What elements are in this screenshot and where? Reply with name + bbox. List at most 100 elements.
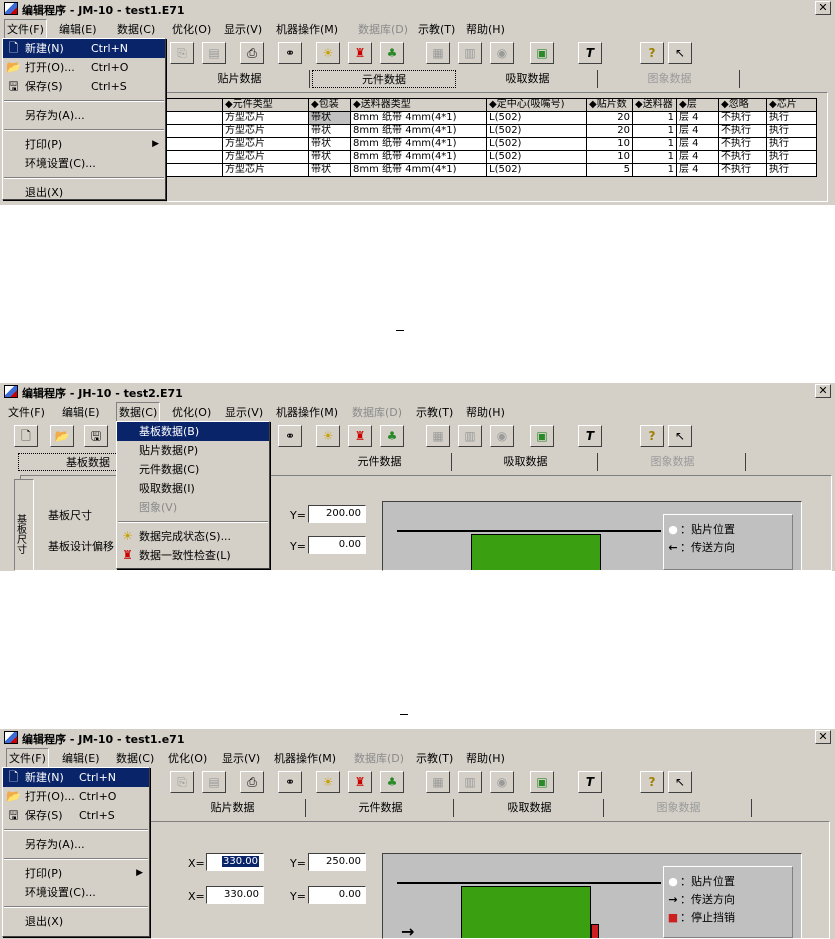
context-help-icon[interactable]: ↖	[668, 771, 692, 793]
cell[interactable]: 5	[586, 163, 633, 177]
menu-item-print[interactable]: 打印(P) ▶	[3, 135, 165, 154]
tab-component[interactable]: 元件数据	[308, 799, 454, 817]
new-file-icon[interactable]: 🗋	[14, 425, 38, 447]
menu-item-save-as[interactable]: 另存为(A)...	[3, 106, 165, 125]
row-header[interactable]	[166, 163, 223, 177]
cell[interactable]: 执行	[766, 137, 817, 151]
cell[interactable]: 不执行	[718, 124, 767, 138]
board-offset-x-input[interactable]: 330.00	[206, 886, 264, 904]
cell[interactable]: 带状	[308, 150, 351, 164]
cell[interactable]: 不执行	[718, 163, 767, 177]
cell[interactable]: 方型芯片	[222, 137, 309, 151]
menu-optimize[interactable]: 优化(O)	[172, 21, 211, 37]
menu-item-open[interactable]: 📂 打开(O)... Ctrl+O	[3, 58, 165, 77]
menu-machine[interactable]: 机器操作(M)	[274, 750, 336, 766]
menu-item-exit[interactable]: 退出(X)	[3, 912, 149, 931]
cell[interactable]: 8mm 纸带 4mm(4*1)	[350, 163, 487, 177]
cell[interactable]: 执行	[766, 124, 817, 138]
find-icon[interactable]: ⚭	[278, 42, 302, 64]
tab-pickup[interactable]: 吸取数据	[458, 70, 598, 88]
menu-item-environment[interactable]: 环境设置(C)...	[3, 883, 149, 902]
help-icon[interactable]: ?	[640, 42, 664, 64]
check-icon[interactable]: ♜	[348, 771, 372, 793]
cell[interactable]: 1	[632, 137, 677, 151]
cell[interactable]: 层 4	[676, 124, 719, 138]
cell[interactable]: 层 4	[676, 111, 719, 125]
cell[interactable]: 带状	[308, 111, 351, 125]
menu-edit[interactable]: 编辑(E)	[62, 750, 100, 766]
menu-data[interactable]: 数据(C)	[116, 750, 154, 766]
table-header[interactable]: ◆层	[676, 98, 719, 112]
menu-item-print[interactable]: 打印(P) ▶	[3, 864, 149, 883]
check-icon[interactable]: ♜	[348, 42, 372, 64]
save-icon[interactable]: 🖫	[84, 425, 108, 447]
cell[interactable]: 带状	[308, 124, 351, 138]
cell[interactable]: 方型芯片	[222, 163, 309, 177]
side-tab[interactable]: 基板尺寸	[14, 479, 34, 571]
cell[interactable]: 20	[586, 124, 633, 138]
cell[interactable]: 不执行	[718, 137, 767, 151]
cell[interactable]: L(502)	[486, 163, 587, 177]
menu-file[interactable]: 文件(F)	[8, 404, 45, 420]
cell[interactable]: 8mm 纸带 4mm(4*1)	[350, 111, 487, 125]
menu-teach[interactable]: 示教(T)	[416, 750, 453, 766]
table-header[interactable]: ◆定中心(吸嘴号)	[486, 98, 587, 112]
lightbulb-icon[interactable]: ☀	[316, 771, 340, 793]
table-row[interactable]: 方型芯片 带状 8mm 纸带 4mm(4*1) L(502) 20 1 层 4 …	[166, 111, 817, 125]
menu-item-image[interactable]: 图象(V)	[117, 498, 269, 517]
cell[interactable]: 层 4	[676, 163, 719, 177]
menu-data[interactable]: 数据(C)	[117, 21, 155, 37]
help-icon[interactable]: ?	[640, 425, 664, 447]
close-button[interactable]: ✕	[815, 730, 831, 744]
table-header[interactable]: ◆芯片	[766, 98, 817, 112]
tab-pickup[interactable]: 吸取数据	[456, 799, 604, 817]
check-icon[interactable]: ♜	[348, 425, 372, 447]
cell[interactable]: 1	[632, 111, 677, 125]
table-header[interactable]: ◆忽略	[718, 98, 767, 112]
database-icon[interactable]: ▦	[426, 42, 450, 64]
table-row[interactable]: 方型芯片 带状 8mm 纸带 4mm(4*1) L(502) 10 1 层 4 …	[166, 137, 817, 151]
feeder-icon[interactable]: ◉	[490, 425, 514, 447]
board-offset-y-input[interactable]: 0.00	[308, 886, 366, 904]
cell[interactable]: 带状	[308, 163, 351, 177]
table-header[interactable]: ◆贴片数	[586, 98, 633, 112]
menu-item-save-as[interactable]: 另存为(A)...	[3, 835, 149, 854]
close-button[interactable]: ✕	[815, 384, 831, 398]
menu-item-component-data[interactable]: 元件数据(C)	[117, 460, 269, 479]
cell[interactable]: 带状	[308, 137, 351, 151]
text-icon[interactable]: T	[578, 771, 602, 793]
lightbulb-icon[interactable]: ☀	[316, 425, 340, 447]
tab-image[interactable]: 图象数据	[600, 70, 740, 88]
cell[interactable]: 不执行	[718, 150, 767, 164]
table-header[interactable]: ◆送料器	[632, 98, 677, 112]
cell[interactable]: 方型芯片	[222, 111, 309, 125]
text-icon[interactable]: T	[578, 425, 602, 447]
menu-teach[interactable]: 示教(T)	[416, 404, 453, 420]
close-button[interactable]: ✕	[815, 1, 831, 15]
paste-icon[interactable]: ▤	[202, 42, 226, 64]
menu-item-save[interactable]: 🖫 保存(S) Ctrl+S	[3, 77, 165, 96]
cell[interactable]: 1	[632, 150, 677, 164]
cell[interactable]: 不执行	[718, 111, 767, 125]
tab-image[interactable]: 图象数据	[600, 453, 746, 471]
menu-item-placement-data[interactable]: 贴片数据(P)	[117, 441, 269, 460]
menu-optimize[interactable]: 优化(O)	[168, 750, 207, 766]
tab-component[interactable]: 元件数据	[312, 70, 456, 88]
menu-file[interactable]: 文件(F)	[6, 748, 49, 768]
optimize-icon[interactable]: ♣	[380, 42, 404, 64]
copy-icon[interactable]: ⎘	[170, 771, 194, 793]
menu-optimize[interactable]: 优化(O)	[172, 404, 211, 420]
table-header[interactable]: ◆包装	[308, 98, 351, 112]
row-header[interactable]	[166, 124, 223, 138]
cell[interactable]: 10	[586, 150, 633, 164]
cell[interactable]: 20	[586, 111, 633, 125]
copy-icon[interactable]: ⎘	[170, 42, 194, 64]
tab-placement[interactable]: 贴片数据	[170, 70, 310, 88]
feeder-icon[interactable]: ◉	[490, 42, 514, 64]
board-size-y-input[interactable]: 250.00	[308, 853, 366, 871]
table-header[interactable]: ◆送料器类型	[350, 98, 487, 112]
cell[interactable]: 层 4	[676, 137, 719, 151]
cell[interactable]: 10	[586, 137, 633, 151]
row-header[interactable]	[166, 137, 223, 151]
paste-icon[interactable]: ▤	[202, 771, 226, 793]
